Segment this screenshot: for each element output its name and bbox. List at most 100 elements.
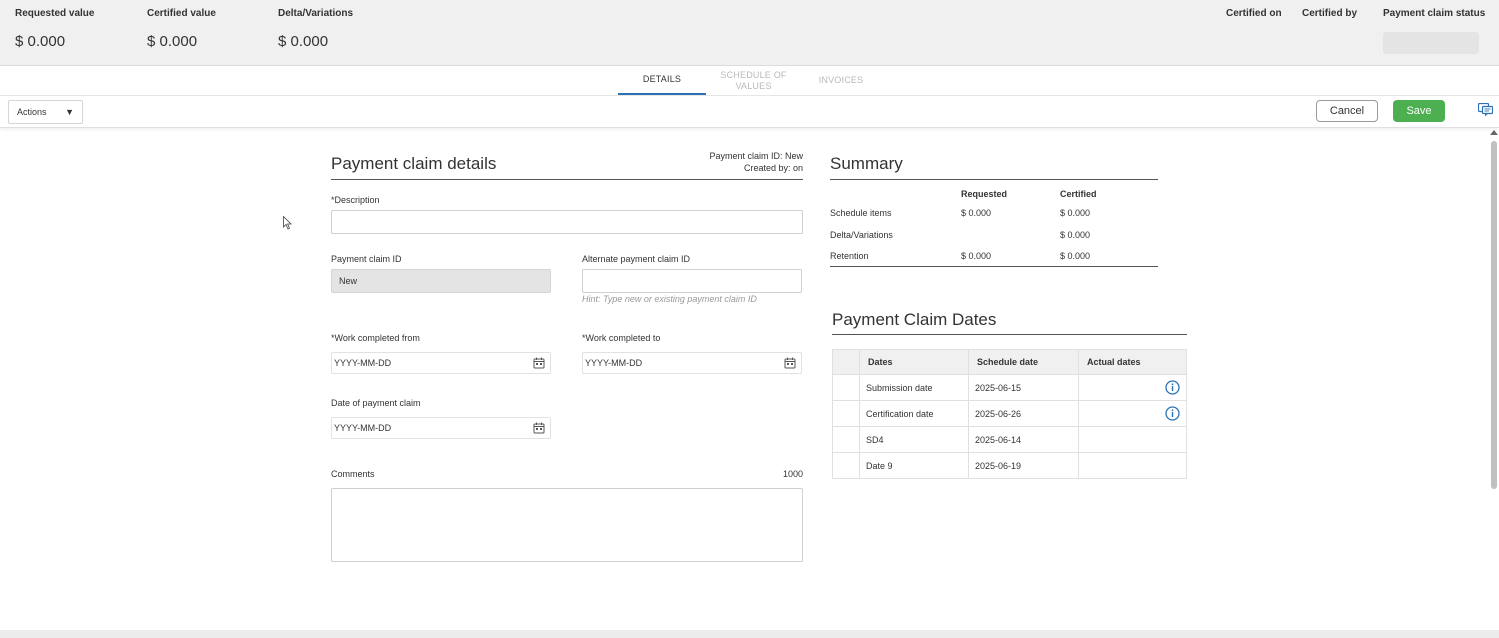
table-row: Delta/Variations $ 0.000: [830, 224, 1158, 246]
dates-row-actual[interactable]: [1078, 452, 1187, 479]
work-completed-from-placeholder: YYYY-MM-DD: [334, 358, 392, 368]
tab-schedule-of-values[interactable]: SCHEDULE OF VALUES: [715, 66, 792, 95]
dates-row-handle: [832, 374, 860, 401]
work-completed-to-label: *Work completed to: [582, 333, 661, 343]
scroll-up-arrow-icon[interactable]: [1490, 130, 1498, 135]
certified-by-label: Certified by: [1302, 8, 1358, 19]
dates-row-name: SD4: [859, 426, 969, 453]
toolbar: Actions ▼ Cancel Save: [0, 96, 1499, 128]
dates-col-dates: Dates: [859, 349, 969, 375]
caret-down-icon: ▼: [65, 107, 74, 117]
summary-title: Summary: [830, 154, 903, 173]
payment-claim-dates-table: Dates Schedule date Actual dates Submiss…: [832, 349, 1187, 479]
requested-value: $ 0.000: [15, 33, 66, 50]
summary-table: Requested Certified Schedule items $ 0.0…: [830, 186, 1158, 267]
claim-meta-created: Created by: on: [743, 163, 803, 173]
payment-claim-dates-header: Payment Claim Dates: [832, 306, 1187, 335]
tab-bar: DETAILS SCHEDULE OF VALUES INVOICES: [0, 66, 1499, 96]
info-icon[interactable]: [1165, 380, 1180, 395]
dates-row-handle: [832, 426, 860, 453]
requested-value-label: Requested value: [15, 8, 95, 19]
dates-row-name: Submission date: [859, 374, 969, 401]
calendar-icon[interactable]: [784, 357, 796, 369]
date-of-payment-claim-field[interactable]: YYYY-MM-DD: [331, 417, 551, 439]
scroll-thumb[interactable]: [1491, 141, 1497, 489]
summary-row-requested: $ 0.000: [961, 246, 1060, 267]
mouse-cursor-icon: [283, 216, 292, 230]
alternate-claim-id-hint: Hint: Type new or existing payment claim…: [582, 294, 757, 304]
bottom-strip: [0, 630, 1499, 638]
comments-field[interactable]: [331, 488, 803, 562]
date-of-payment-claim-label: Date of payment claim: [331, 398, 421, 408]
dates-row-name: Date 9: [859, 452, 969, 479]
save-button[interactable]: Save: [1393, 100, 1445, 122]
alternate-claim-id-field[interactable]: [582, 269, 802, 293]
payment-claim-dates-title: Payment Claim Dates: [832, 310, 997, 329]
claim-values-header: Requested value $ 0.000 Certified value …: [0, 0, 1499, 66]
page-title: Payment claim details: [331, 154, 497, 173]
table-row: Certification date 2025-06-26: [832, 400, 1187, 427]
vertical-scrollbar[interactable]: [1489, 130, 1499, 630]
table-row: Schedule items $ 0.000 $ 0.000: [830, 202, 1158, 224]
certified-on-label: Certified on: [1226, 8, 1282, 19]
tab-details[interactable]: DETAILS: [618, 66, 706, 95]
delta-value-label: Delta/Variations: [278, 8, 354, 19]
work-completed-to-field[interactable]: YYYY-MM-DD: [582, 352, 802, 374]
summary-row-label: Retention: [830, 246, 961, 267]
payment-claim-status-block: Payment claim status: [1383, 8, 1485, 54]
dates-row-actual[interactable]: [1078, 400, 1187, 427]
claim-meta-id: Payment claim ID: New: [709, 151, 803, 161]
dates-row-actual[interactable]: [1078, 426, 1187, 453]
cancel-button[interactable]: Cancel: [1316, 100, 1378, 122]
requested-value-block: Requested value $ 0.000: [15, 8, 94, 50]
actions-label: Actions: [17, 107, 47, 117]
calendar-icon[interactable]: [533, 422, 545, 434]
date-of-payment-claim-placeholder: YYYY-MM-DD: [334, 423, 392, 433]
delta-value: $ 0.000: [278, 33, 329, 50]
delta-value-block: Delta/Variations $ 0.000: [278, 8, 353, 50]
dates-col-blank: [832, 349, 860, 375]
dates-row-actual[interactable]: [1078, 374, 1187, 401]
comments-char-limit: 1000: [783, 469, 804, 479]
work-completed-from-field[interactable]: YYYY-MM-DD: [331, 352, 551, 374]
summary-row-certified: $ 0.000: [1060, 230, 1091, 240]
summary-col-certified: Certified: [1060, 189, 1097, 199]
payment-claim-id-label: Payment claim ID: [331, 254, 402, 264]
table-row: Retention $ 0.000 $ 0.000: [830, 246, 1158, 267]
dates-row-schedule: 2025-06-14: [968, 426, 1079, 453]
certified-value-block: Certified value $ 0.000: [147, 8, 216, 50]
certified-value-label: Certified value: [147, 8, 216, 19]
calendar-icon[interactable]: [533, 357, 545, 369]
dates-row-handle: [832, 452, 860, 479]
summary-col-requested: Requested: [961, 189, 1008, 199]
dates-col-actual: Actual dates: [1078, 349, 1187, 375]
info-icon[interactable]: [1165, 406, 1180, 421]
dates-row-schedule: 2025-06-26: [968, 400, 1079, 427]
summary-col-blank: [830, 186, 961, 202]
tab-invoices[interactable]: INVOICES: [808, 66, 874, 95]
summary-row-requested: $ 0.000: [961, 208, 992, 218]
certified-by-block: Certified by: [1302, 8, 1357, 19]
summary-row-requested: [961, 224, 1060, 246]
summary-row-label: Delta/Variations: [830, 230, 893, 240]
dates-row-schedule: 2025-06-19: [968, 452, 1079, 479]
payment-claim-id-field: New: [331, 269, 551, 293]
table-row: Date 9 2025-06-19: [832, 452, 1187, 479]
dates-header-row: Dates Schedule date Actual dates: [832, 349, 1187, 375]
summary-row-certified: $ 0.000: [1060, 246, 1158, 267]
dates-row-schedule: 2025-06-15: [968, 374, 1079, 401]
description-field[interactable]: [331, 210, 803, 234]
chat-icon[interactable]: [1478, 103, 1493, 117]
certified-value: $ 0.000: [147, 33, 198, 50]
summary-header-row: Requested Certified: [830, 186, 1158, 202]
dates-row-handle: [832, 400, 860, 427]
payment-claim-details-header: Payment claim details Payment claim ID: …: [331, 150, 803, 180]
claim-meta: Payment claim ID: New Created by: on: [709, 150, 803, 174]
actions-dropdown[interactable]: Actions ▼: [8, 100, 83, 124]
dates-col-schedule: Schedule date: [968, 349, 1079, 375]
comments-label: Comments: [331, 469, 375, 479]
summary-row-label: Schedule items: [830, 208, 892, 218]
table-row: SD4 2025-06-14: [832, 426, 1187, 453]
summary-header: Summary: [830, 150, 1158, 180]
table-row: Submission date 2025-06-15: [832, 374, 1187, 401]
